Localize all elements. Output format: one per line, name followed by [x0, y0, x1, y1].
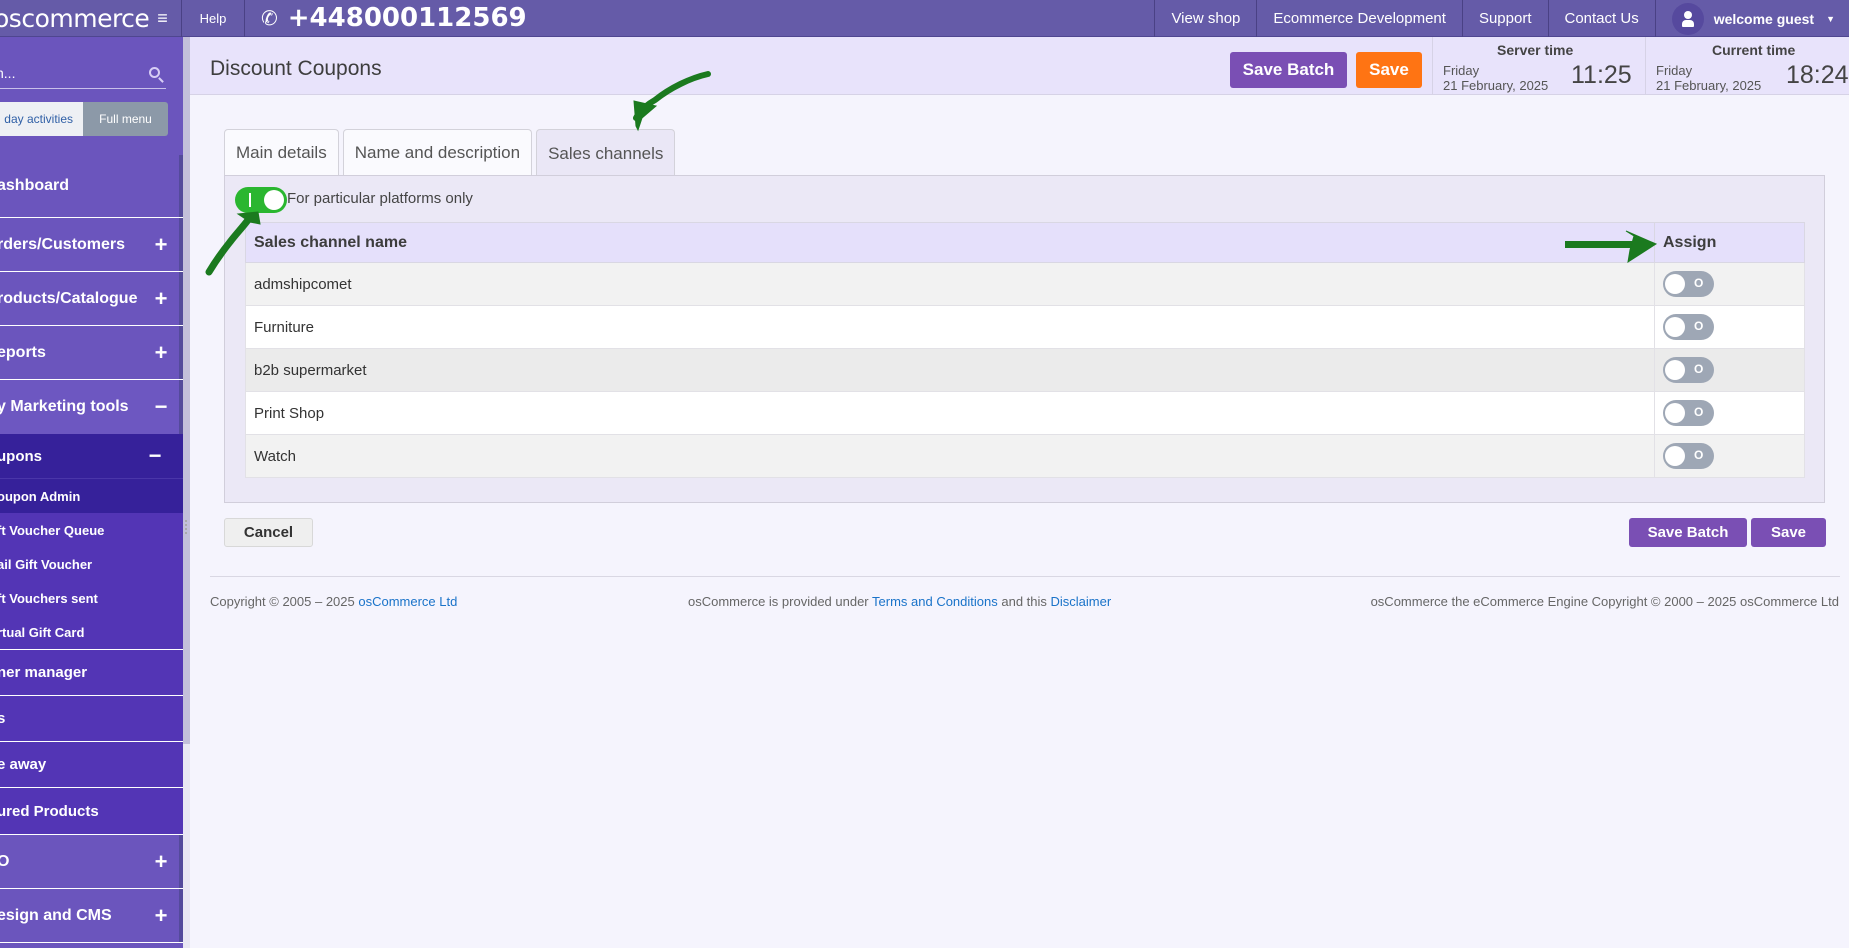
- sidebar-item-virtual-gift-card[interactable]: rtual Gift Card: [0, 615, 183, 650]
- save-button[interactable]: Save: [1751, 518, 1826, 547]
- current-time: Current time Friday 21 February, 2025 18…: [1645, 37, 1849, 95]
- scrollbar-thumb[interactable]: [183, 37, 190, 744]
- hamburger-icon[interactable]: ≡: [144, 0, 182, 37]
- platforms-only-label: For particular platforms only: [287, 190, 473, 207]
- assign-switch[interactable]: O: [1663, 314, 1714, 340]
- current-clock: 18:24: [1786, 61, 1849, 89]
- sidebar-item-dashboard[interactable]: ashboard: [0, 155, 183, 218]
- footer-engine: osCommerce the eCommerce Engine Copyrigh…: [1370, 594, 1839, 609]
- page-title: Discount Coupons: [210, 57, 382, 80]
- column-header-assign[interactable]: Assign: [1654, 222, 1805, 263]
- sidebar-item-products-catalogue[interactable]: roducts/Catalogue +: [0, 272, 183, 326]
- sidebar-item-give-away[interactable]: e away: [0, 742, 183, 788]
- plus-icon[interactable]: +: [151, 286, 171, 312]
- contact-us-link[interactable]: Contact Us: [1547, 0, 1655, 37]
- tab-day-activities[interactable]: day activities: [0, 102, 83, 136]
- oscommerce-ltd-link[interactable]: osCommerce Ltd: [358, 594, 457, 609]
- top-bar: oscommerce ≡ Help ✆ +448000112569 View s…: [0, 0, 1849, 37]
- user-menu[interactable]: welcome guest ▼: [1654, 0, 1849, 37]
- logo[interactable]: oscommerce: [0, 4, 150, 33]
- channel-name: b2b supermarket: [245, 348, 1655, 392]
- sidebar-item-coupons[interactable]: upons −: [0, 434, 183, 479]
- assign-switch[interactable]: O: [1663, 400, 1714, 426]
- sidebar-resize-handle[interactable]: [185, 520, 188, 534]
- sales-channels-table: Sales channel name Assign admshipcomet O…: [245, 222, 1805, 478]
- caret-down-icon: ▼: [1826, 13, 1835, 24]
- channel-name: Furniture: [245, 305, 1655, 349]
- view-shop-link[interactable]: View shop: [1154, 0, 1256, 37]
- plus-icon[interactable]: +: [151, 849, 171, 875]
- table-row: admshipcomet O: [245, 262, 1805, 306]
- sidebar-item-gift-voucher-queue[interactable]: ft Voucher Queue: [0, 513, 183, 547]
- channel-name: Print Shop: [245, 391, 1655, 435]
- minus-icon[interactable]: −: [151, 394, 171, 420]
- phone-text: +448000112569: [287, 3, 527, 33]
- platforms-only-toggle[interactable]: [235, 187, 287, 213]
- sidebar-item-banner-manager[interactable]: ner manager: [0, 650, 183, 696]
- save-batch-button[interactable]: Save Batch: [1629, 518, 1747, 547]
- sidebar-scrollbar[interactable]: [183, 37, 190, 948]
- user-icon: [1671, 2, 1704, 35]
- search-input[interactable]: h...: [0, 65, 15, 81]
- phone-number: ✆ +448000112569: [261, 3, 527, 33]
- sales-channels-panel: For particular platforms only Sales chan…: [224, 175, 1825, 503]
- server-time: Server time Friday 21 February, 2025 11:…: [1432, 37, 1644, 95]
- tab-sales-channels[interactable]: Sales channels: [536, 129, 676, 177]
- search-icon[interactable]: [149, 67, 160, 78]
- plus-icon[interactable]: +: [151, 903, 171, 929]
- table-row: b2b supermarket O: [245, 348, 1805, 392]
- tab-main-details[interactable]: Main details: [224, 129, 339, 176]
- sidebar-item-reports[interactable]: eports +: [0, 326, 183, 380]
- sidebar-item-gift-vouchers-sent[interactable]: ft Vouchers sent: [0, 581, 183, 615]
- sidebar-nav: ashboard rders/Customers + roducts/Catal…: [0, 155, 183, 943]
- footer-license: osCommerce is provided under Terms and C…: [688, 594, 1112, 609]
- cancel-button[interactable]: Cancel: [224, 518, 313, 547]
- tab-full-menu[interactable]: Full menu: [83, 102, 168, 136]
- help-link[interactable]: Help: [182, 0, 245, 37]
- terms-link[interactable]: Terms and Conditions: [872, 594, 998, 609]
- sidebar: h... day activities Full menu ashboard r…: [0, 37, 183, 948]
- user-name: welcome guest: [1713, 10, 1815, 27]
- assign-switch[interactable]: O: [1663, 357, 1714, 383]
- minus-icon[interactable]: −: [145, 443, 165, 469]
- plus-icon[interactable]: +: [151, 340, 171, 366]
- assign-switch[interactable]: O: [1663, 443, 1714, 469]
- sidebar-item-featured-products[interactable]: ured Products: [0, 788, 183, 835]
- plus-icon[interactable]: +: [151, 232, 171, 258]
- page-header: Discount Coupons Save Batch Save Server …: [190, 37, 1849, 95]
- server-clock: 11:25: [1571, 61, 1632, 89]
- sidebar-item-seo[interactable]: O +: [0, 835, 183, 889]
- tab-bar: Main details Name and description Sales …: [224, 129, 679, 177]
- save-batch-button-top[interactable]: Save Batch: [1230, 52, 1347, 88]
- footer-copyright: Copyright © 2005 – 2025 osCommerce Ltd: [210, 594, 458, 609]
- menu-mode-tabs: day activities Full menu: [0, 102, 168, 136]
- tab-name-and-description[interactable]: Name and description: [342, 129, 533, 176]
- table-row: Watch O: [245, 434, 1805, 478]
- sidebar-item-coupon-admin[interactable]: oupon Admin: [0, 479, 183, 513]
- footer-divider: [210, 576, 1840, 577]
- phone-icon: ✆: [261, 6, 278, 30]
- top-nav: View shop Ecommerce Development Support …: [1154, 0, 1849, 37]
- assign-switch[interactable]: O: [1663, 271, 1714, 297]
- disclaimer-link[interactable]: Disclaimer: [1051, 594, 1112, 609]
- sidebar-item-specials[interactable]: s: [0, 696, 183, 742]
- sidebar-item-marketing-tools[interactable]: y Marketing tools −: [0, 380, 183, 434]
- channel-name: Watch: [245, 434, 1655, 478]
- sidebar-search[interactable]: h...: [0, 57, 166, 89]
- column-header-name[interactable]: Sales channel name: [245, 222, 1655, 263]
- sidebar-item-design-and-cms[interactable]: esign and CMS +: [0, 889, 183, 943]
- support-link[interactable]: Support: [1461, 0, 1548, 37]
- sidebar-item-orders-customers[interactable]: rders/Customers +: [0, 218, 183, 272]
- ecommerce-development-link[interactable]: Ecommerce Development: [1256, 0, 1462, 37]
- channel-name: admshipcomet: [245, 262, 1655, 306]
- sidebar-item-mail-gift-voucher[interactable]: ail Gift Voucher: [0, 547, 183, 581]
- table-row: Print Shop O: [245, 391, 1805, 435]
- table-row: Furniture O: [245, 305, 1805, 349]
- save-button-top[interactable]: Save: [1356, 52, 1422, 88]
